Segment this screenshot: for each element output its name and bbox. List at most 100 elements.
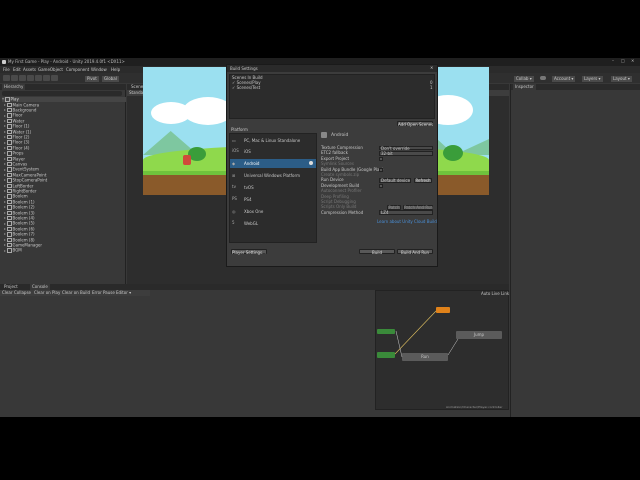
build-button[interactable]: Build — [359, 249, 395, 254]
tab-inspector[interactable]: Inspector — [513, 84, 536, 90]
rotate-tool-icon[interactable] — [19, 75, 26, 81]
rect-tool-icon[interactable] — [35, 75, 42, 81]
dialog-title: Build Settings — [230, 65, 258, 71]
pivot-toggle[interactable]: Pivot — [85, 76, 99, 82]
console-collapse-button[interactable]: Collapse — [14, 291, 31, 295]
platform-tvos[interactable]: tv tvOS — [230, 183, 316, 192]
gameobject-icon — [7, 140, 12, 145]
cloud-icon[interactable] — [540, 76, 546, 80]
maximize-button[interactable]: □ — [621, 59, 625, 63]
xbox-icon: ◎ — [232, 209, 236, 214]
scene-index: 1 — [430, 85, 433, 90]
build-app-bundle-checkbox[interactable] — [379, 167, 383, 172]
etc2-fallback-dropdown[interactable]: 32-bit — [379, 151, 433, 156]
cloud-build-link[interactable]: Learn about Unity Cloud Build — [377, 220, 437, 224]
unity-active-icon — [309, 161, 313, 165]
global-toggle[interactable]: Global — [102, 76, 119, 82]
hierarchy-search[interactable] — [2, 91, 122, 96]
ios-icon: iOS — [232, 148, 239, 153]
add-open-scenes-button[interactable]: Add Open Scenes — [397, 121, 433, 126]
close-button[interactable]: ✕ — [631, 59, 634, 63]
tvos-icon: tv — [232, 184, 236, 189]
platform-uwp[interactable]: ⊞ Universal Windows Platform — [230, 171, 316, 180]
gameobject-icon — [7, 134, 12, 140]
gameobject-icon — [7, 167, 12, 172]
gameobject-icon — [7, 118, 12, 124]
ps4-icon: PS — [232, 196, 237, 201]
build-and-run-button[interactable]: Build And Run — [397, 249, 433, 254]
checkbox-checked-icon[interactable]: ✓ — [232, 85, 235, 90]
dialog-close-button[interactable]: ✕ — [430, 66, 433, 70]
collab-dropdown[interactable]: Collab ▾ — [514, 76, 534, 82]
gameobject-icon — [7, 102, 12, 107]
export-project-checkbox[interactable] — [379, 156, 383, 161]
run-device-dropdown[interactable]: Default device — [379, 178, 411, 183]
html5-icon: 5 — [232, 220, 235, 225]
platform-header: Platform — [231, 127, 248, 132]
platform-webgl[interactable]: 5 WebGL — [230, 219, 316, 228]
gameobject-icon — [7, 113, 12, 118]
menu-component[interactable]: Component — [66, 67, 89, 72]
gameobject-icon — [7, 199, 12, 205]
platform-settings-title: Android — [331, 133, 349, 138]
transition-line — [395, 330, 403, 358]
platform-pc-mac-linux[interactable]: ▭ PC, Mac & Linux Standalone — [230, 136, 316, 145]
android-icon — [321, 132, 327, 138]
menu-file[interactable]: File — [3, 67, 10, 72]
texture-compression-dropdown[interactable]: Don't override — [379, 145, 433, 151]
minimize-button[interactable]: – — [612, 59, 614, 63]
account-dropdown[interactable]: Account ▾ — [552, 76, 576, 82]
menu-assets[interactable]: Assets — [23, 67, 36, 72]
platform-android[interactable]: ◆ Android — [230, 159, 316, 168]
scale-tool-icon[interactable] — [27, 75, 34, 81]
refresh-button[interactable]: Refresh — [414, 178, 432, 183]
platform-xbox-one[interactable]: ◎ Xbox One — [230, 207, 316, 216]
custom-tool-icon[interactable] — [51, 75, 58, 81]
animator-panel: Auto Live Link Jump Run Animation/Charac… — [375, 290, 509, 410]
hand-tool-icon[interactable] — [3, 75, 10, 81]
menu-edit[interactable]: Edit — [13, 67, 21, 72]
build-settings-dialog: Build Settings ✕ Scenes In Build ✓ Scene… — [226, 64, 438, 267]
compression-method-dropdown[interactable]: LZ4 — [379, 210, 433, 215]
gameobject-icon — [7, 124, 12, 129]
gameobject-icon — [7, 188, 12, 194]
patch-button[interactable]: Patch — [387, 205, 401, 210]
console-clear-on-play-button[interactable]: Clear on Play — [34, 291, 60, 295]
layers-dropdown[interactable]: Layers ▾ — [582, 76, 603, 82]
hierarchy-header: Hierarchy — [0, 84, 126, 90]
tab-hierarchy[interactable]: Hierarchy — [2, 84, 26, 90]
console-clear-button[interactable]: Clear — [2, 291, 12, 295]
platform-ps4[interactable]: PS PS4 — [230, 195, 316, 204]
console-clear-on-build-button[interactable]: Clear on Build — [62, 291, 90, 295]
console-editor-dropdown[interactable]: Editor ▾ — [116, 291, 131, 295]
console-log-area — [0, 296, 375, 417]
development-build-checkbox[interactable] — [379, 183, 383, 188]
menu-gameobject[interactable]: GameObject — [38, 67, 63, 72]
menu-window[interactable]: Window — [91, 67, 107, 72]
layout-dropdown[interactable]: Layout ▾ — [611, 76, 632, 82]
gameobject-icon — [7, 151, 12, 156]
gameobject-icon — [7, 194, 12, 199]
platform-ios[interactable]: iOS iOS — [230, 147, 316, 156]
tree — [443, 145, 463, 161]
gameobject-icon — [7, 221, 12, 226]
animator-controller-path: Animation/Character/Player.controller — [446, 405, 503, 409]
move-tool-icon[interactable] — [11, 75, 18, 81]
menu-help[interactable]: Help — [111, 67, 120, 72]
list-item[interactable]: ▸ BGM — [4, 248, 22, 253]
console-error-pause-button[interactable]: Error Pause — [92, 291, 115, 295]
windows-icon: ⊞ — [232, 173, 236, 178]
gameobject-icon — [7, 232, 12, 237]
transform-tool-icon[interactable] — [43, 75, 50, 81]
window-title: My First Game - Play - Android - Unity 2… — [8, 59, 125, 64]
monitor-icon: ▭ — [232, 138, 236, 143]
setting-label: Compression Method — [321, 209, 364, 215]
scene-row[interactable]: ✓ Scenes/Test — [232, 86, 260, 90]
inspector-header: Inspector — [511, 84, 640, 90]
animator-transitions — [394, 310, 459, 358]
gameobject-icon — [7, 226, 12, 232]
patch-and-run-button[interactable]: Patch And Run — [403, 205, 433, 210]
gameobject-icon — [7, 237, 12, 242]
player-settings-button[interactable]: Player Settings... — [231, 249, 267, 254]
platform-list: ▭ PC, Mac & Linux Standalone iOS iOS ◆ Andr… — [229, 133, 317, 243]
